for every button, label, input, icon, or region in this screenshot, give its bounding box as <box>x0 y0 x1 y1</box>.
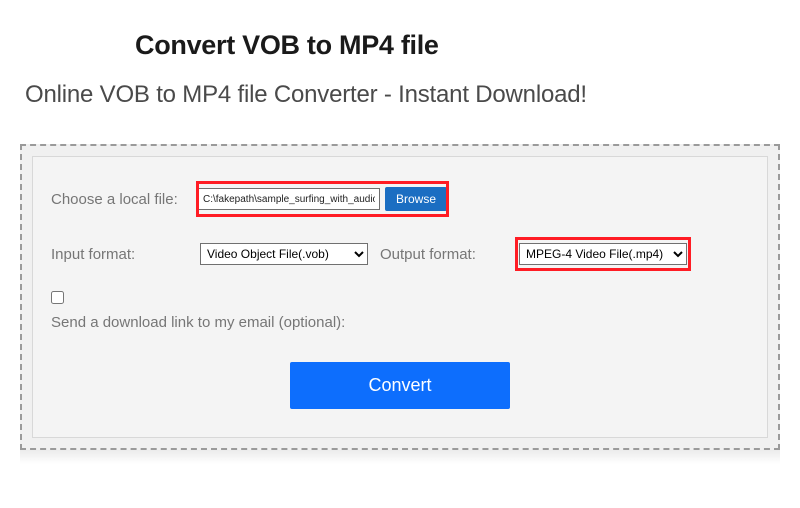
converter-form: Choose a local file: Browse Input format… <box>20 144 780 450</box>
input-format-label: Input format: <box>51 246 196 263</box>
convert-button[interactable]: Convert <box>290 362 510 409</box>
page-title: Convert VOB to MP4 file <box>135 30 780 61</box>
choose-file-label: Choose a local file: <box>51 191 196 208</box>
email-checkbox[interactable] <box>51 291 64 304</box>
page-subtitle: Online VOB to MP4 file Converter - Insta… <box>25 81 780 109</box>
email-label: Send a download link to my email (option… <box>51 314 345 331</box>
shadow-divider <box>20 450 780 464</box>
input-format-select[interactable]: Video Object File(.vob) <box>200 243 368 265</box>
file-path-input[interactable] <box>198 188 380 210</box>
file-input-group: Browse <box>196 181 449 217</box>
output-format-label: Output format: <box>380 246 515 263</box>
browse-button[interactable]: Browse <box>385 187 447 211</box>
output-format-select[interactable]: MPEG-4 Video File(.mp4) <box>519 243 687 265</box>
